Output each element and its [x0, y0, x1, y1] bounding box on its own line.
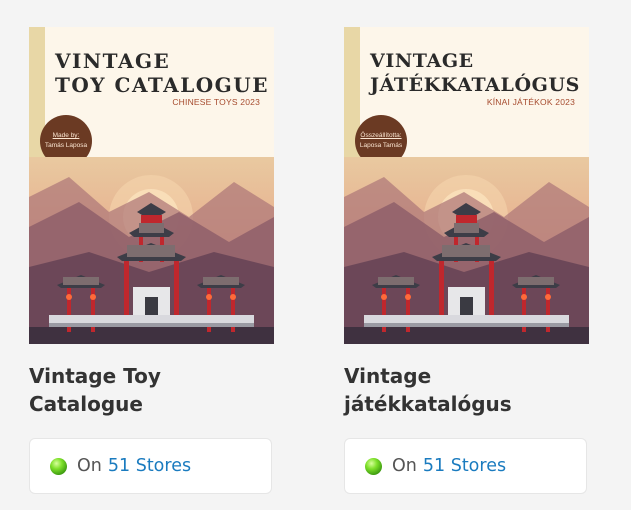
cover-title: VINTAGE TOY CATALOGUE — [55, 49, 270, 97]
product-title[interactable]: Vintage Toy Catalogue — [29, 362, 269, 418]
availability-status-icon — [365, 457, 382, 475]
stores-link[interactable]: 51 Stores — [423, 456, 506, 476]
store-availability: On 51 Stores — [29, 438, 272, 494]
product-title[interactable]: Vintage játékkatalógus — [344, 362, 584, 418]
product-title-line[interactable]: Vintage — [344, 362, 584, 390]
cover-title-line: JÁTÉKKATALÓGUS — [370, 74, 580, 96]
cover-subtitle: KÍNAI JÁTÉKOK 2023 — [486, 97, 575, 107]
author-badge-name: Tamás Laposa — [44, 142, 88, 149]
product-card: VINTAGE JÁTÉKKATALÓGUS KÍNAI JÁTÉKOK 202… — [344, 0, 604, 510]
author-badge-label: Made by: — [52, 132, 80, 139]
cover-title-line: VINTAGE — [370, 50, 474, 72]
availability-status-icon — [50, 457, 67, 475]
pagoda-illustration — [344, 157, 589, 344]
product-title-line[interactable]: Catalogue — [29, 390, 269, 418]
store-availability: On 51 Stores — [344, 438, 587, 494]
pagoda-illustration — [29, 157, 274, 344]
author-badge-name: Laposa Tamás — [359, 142, 403, 149]
author-badge-label: Összeállította: — [360, 132, 402, 139]
stores-prefix: On — [392, 456, 417, 476]
stores-link[interactable]: 51 Stores — [108, 456, 191, 476]
cover-title-line: VINTAGE — [55, 49, 171, 73]
product-title-line[interactable]: játékkatalógus — [344, 390, 584, 418]
product-cover-image[interactable]: VINTAGE JÁTÉKKATALÓGUS KÍNAI JÁTÉKOK 202… — [344, 27, 589, 344]
product-cover-image[interactable]: VINTAGE TOY CATALOGUE CHINESE TOYS 2023 … — [29, 27, 274, 344]
cover-title: VINTAGE JÁTÉKKATALÓGUS — [370, 49, 585, 97]
stores-prefix: On — [77, 456, 102, 476]
product-title-line[interactable]: Vintage Toy — [29, 362, 269, 390]
cover-title-line: TOY CATALOGUE — [55, 73, 269, 97]
cover-subtitle: CHINESE TOYS 2023 — [172, 97, 260, 107]
product-card: VINTAGE TOY CATALOGUE CHINESE TOYS 2023 … — [29, 0, 289, 510]
